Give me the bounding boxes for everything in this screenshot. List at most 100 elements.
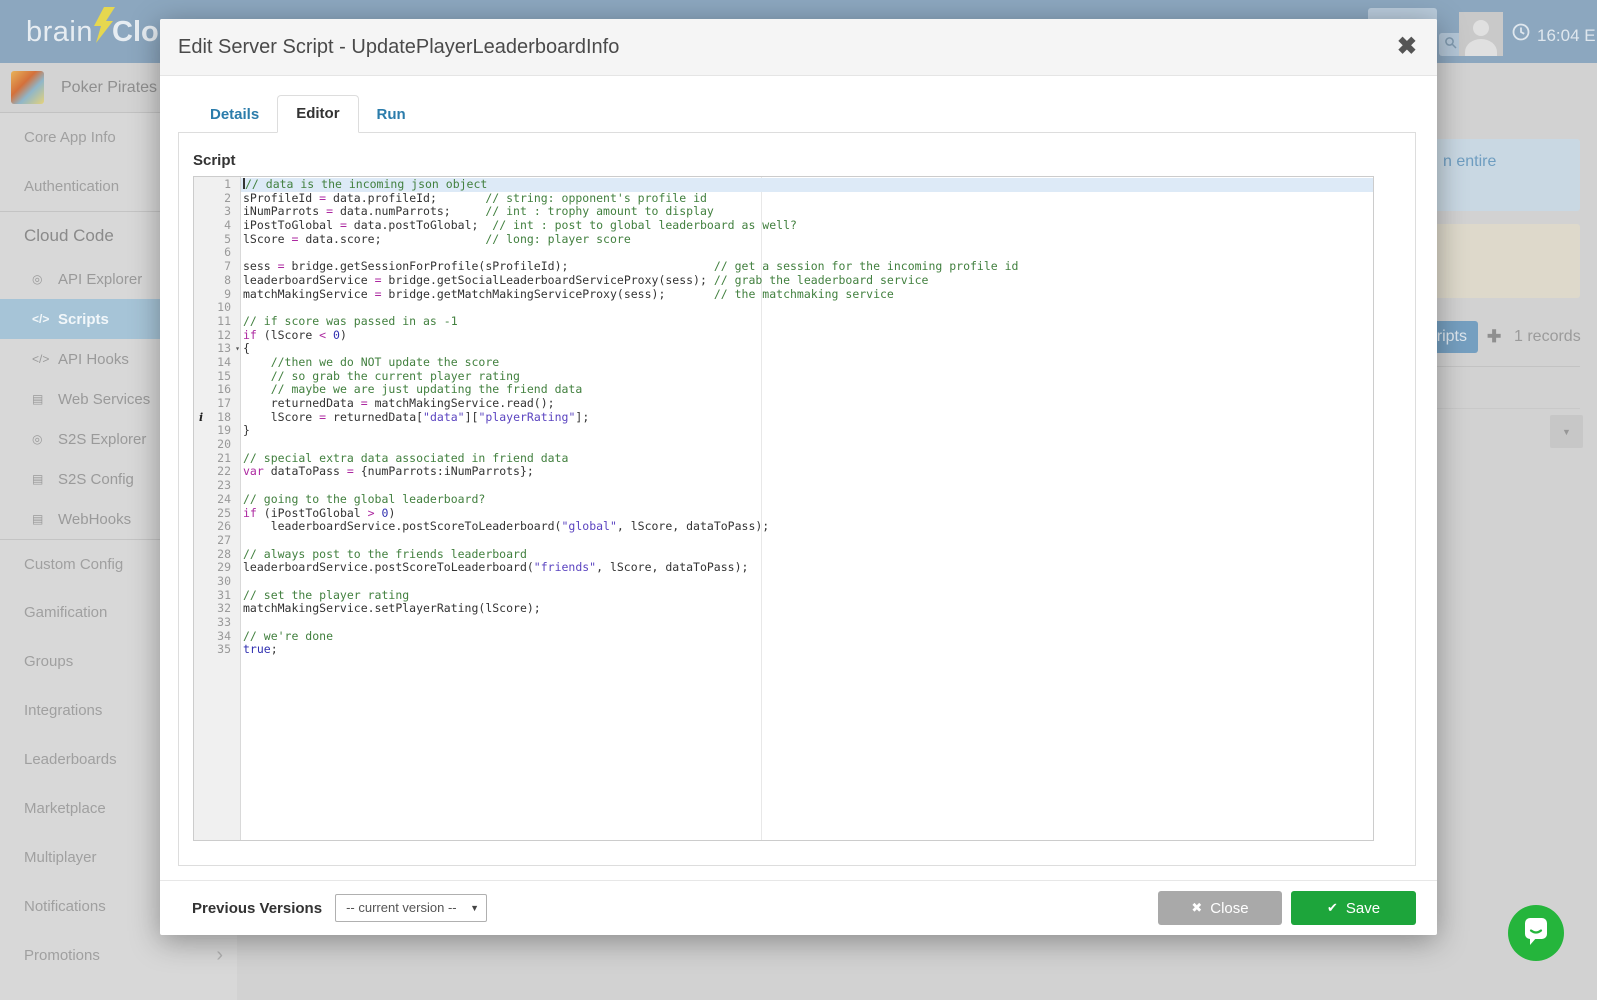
- code-line-19[interactable]: 19}: [194, 424, 1373, 438]
- gutter-cell[interactable]: 13▾: [194, 342, 241, 356]
- code-line-9[interactable]: 9matchMakingService = bridge.getMatchMak…: [194, 288, 1373, 302]
- chat-launcher-button[interactable]: [1508, 905, 1564, 961]
- gutter-cell[interactable]: 16: [194, 383, 241, 397]
- version-select[interactable]: -- current version -- ▼: [335, 894, 487, 922]
- code-line-31[interactable]: 31// set the player rating: [194, 589, 1373, 603]
- gutter-cell[interactable]: 7: [194, 260, 241, 274]
- code-text: leaderboardService = bridge.getSocialLea…: [241, 274, 1373, 288]
- code-line-33[interactable]: 33: [194, 616, 1373, 630]
- code-line-25[interactable]: 25if (iPostToGlobal > 0): [194, 507, 1373, 521]
- code-line-28[interactable]: 28// always post to the friends leaderbo…: [194, 548, 1373, 562]
- code-line-20[interactable]: 20: [194, 438, 1373, 452]
- code-line-24[interactable]: 24// going to the global leaderboard?: [194, 493, 1373, 507]
- fold-arrow-icon[interactable]: ▾: [235, 342, 240, 356]
- code-text: [241, 246, 1373, 260]
- gutter-cell[interactable]: 31: [194, 589, 241, 603]
- gutter-cell[interactable]: 21: [194, 452, 241, 466]
- code-line-8[interactable]: 8leaderboardService = bridge.getSocialLe…: [194, 274, 1373, 288]
- tab-details[interactable]: Details: [192, 97, 277, 133]
- tab-editor[interactable]: Editor: [277, 95, 358, 133]
- gutter-cell[interactable]: 17: [194, 397, 241, 411]
- gutter-cell[interactable]: i18: [194, 411, 241, 425]
- gutter-cell[interactable]: 26: [194, 520, 241, 534]
- gutter-cell[interactable]: 32: [194, 602, 241, 616]
- code-text: // always post to the friends leaderboar…: [241, 548, 1373, 562]
- tab-run[interactable]: Run: [359, 97, 424, 133]
- code-line-13[interactable]: 13▾{: [194, 342, 1373, 356]
- code-text: //then we do NOT update the score: [241, 356, 1373, 370]
- code-line-34[interactable]: 34// we're done: [194, 630, 1373, 644]
- code-line-4[interactable]: 4iPostToGlobal = data.postToGlobal; // i…: [194, 219, 1373, 233]
- code-line-11[interactable]: 11// if score was passed in as -1: [194, 315, 1373, 329]
- gutter-cell[interactable]: 1: [194, 178, 241, 192]
- code-editor[interactable]: 1// data is the incoming json object2sPr…: [193, 176, 1374, 841]
- line-number: 17: [217, 396, 231, 410]
- gutter-cell[interactable]: 30: [194, 575, 241, 589]
- gutter-cell[interactable]: 12: [194, 329, 241, 343]
- gutter-cell[interactable]: 20: [194, 438, 241, 452]
- code-line-26[interactable]: 26 leaderboardService.postScoreToLeaderb…: [194, 520, 1373, 534]
- gutter-cell[interactable]: 4: [194, 219, 241, 233]
- gutter-cell[interactable]: 2: [194, 192, 241, 206]
- gutter-cell[interactable]: 27: [194, 534, 241, 548]
- code-line-32[interactable]: 32matchMakingService.setPlayerRating(lSc…: [194, 602, 1373, 616]
- code-line-30[interactable]: 30: [194, 575, 1373, 589]
- gutter-cell[interactable]: 22: [194, 465, 241, 479]
- code-line-6[interactable]: 6: [194, 246, 1373, 260]
- code-line-27[interactable]: 27: [194, 534, 1373, 548]
- gutter-cell[interactable]: 6: [194, 246, 241, 260]
- code-line-10[interactable]: 10: [194, 301, 1373, 315]
- gutter-cell[interactable]: 23: [194, 479, 241, 493]
- gutter-cell[interactable]: 29: [194, 561, 241, 575]
- code-line-16[interactable]: 16 // maybe we are just updating the fri…: [194, 383, 1373, 397]
- close-button-label: Close: [1210, 900, 1248, 917]
- gutter-cell[interactable]: 24: [194, 493, 241, 507]
- line-number: 20: [217, 437, 231, 451]
- code-line-5[interactable]: 5lScore = data.score; // long: player sc…: [194, 233, 1373, 247]
- gutter-cell[interactable]: 34: [194, 630, 241, 644]
- code-line-23[interactable]: 23: [194, 479, 1373, 493]
- gutter-cell[interactable]: 35: [194, 643, 241, 657]
- user-avatar[interactable]: [1459, 12, 1503, 56]
- collapsed-dropdown-button[interactable]: ▼: [1550, 415, 1583, 448]
- gutter-cell[interactable]: 15: [194, 370, 241, 384]
- gutter-cell[interactable]: 19: [194, 424, 241, 438]
- gutter-cell[interactable]: 8: [194, 274, 241, 288]
- code-line-12[interactable]: 12if (lScore < 0): [194, 329, 1373, 343]
- code-text: // data is the incoming json object: [241, 178, 1373, 192]
- code-text: true;: [241, 643, 1373, 657]
- gutter-cell[interactable]: 3: [194, 205, 241, 219]
- code-line-29[interactable]: 29leaderboardService.postScoreToLeaderbo…: [194, 561, 1373, 575]
- code-line-22[interactable]: 22var dataToPass = {numParrots:iNumParro…: [194, 465, 1373, 479]
- code-line-18[interactable]: i18 lScore = returnedData["data"]["playe…: [194, 411, 1373, 425]
- alert-link[interactable]: n entire: [1443, 153, 1496, 171]
- line-number: 27: [217, 533, 231, 547]
- sidebar-item-promotions[interactable]: Promotions›: [0, 931, 237, 980]
- code-line-7[interactable]: 7sess = bridge.getSessionForProfile(sPro…: [194, 260, 1373, 274]
- modal-header: Edit Server Script - UpdatePlayerLeaderb…: [160, 19, 1437, 76]
- info-annotation-icon[interactable]: i: [199, 411, 203, 424]
- close-button[interactable]: ✖ Close: [1158, 891, 1282, 925]
- plus-icon[interactable]: ✚: [1487, 327, 1501, 347]
- code-line-17[interactable]: 17 returnedData = matchMakingService.rea…: [194, 397, 1373, 411]
- compass-icon: ◎: [32, 272, 58, 286]
- gutter-cell[interactable]: 33: [194, 616, 241, 630]
- code-line-35[interactable]: 35true;: [194, 643, 1373, 657]
- code-line-15[interactable]: 15 // so grab the current player rating: [194, 370, 1373, 384]
- gutter-cell[interactable]: 5: [194, 233, 241, 247]
- gutter-cell[interactable]: 11: [194, 315, 241, 329]
- gutter-cell[interactable]: 10: [194, 301, 241, 315]
- code-text: [241, 534, 1373, 548]
- gutter-cell[interactable]: 9: [194, 288, 241, 302]
- code-line-3[interactable]: 3iNumParrots = data.numParrots; // int :…: [194, 205, 1373, 219]
- close-icon[interactable]: ✖: [1397, 32, 1417, 61]
- code-text: leaderboardService.postScoreToLeaderboar…: [241, 520, 1373, 534]
- code-line-21[interactable]: 21// special extra data associated in fr…: [194, 452, 1373, 466]
- gutter-cell[interactable]: 28: [194, 548, 241, 562]
- code-line-2[interactable]: 2sProfileId = data.profileId; // string:…: [194, 192, 1373, 206]
- gutter-cell[interactable]: 14: [194, 356, 241, 370]
- code-line-1[interactable]: 1// data is the incoming json object: [194, 178, 1373, 192]
- code-line-14[interactable]: 14 //then we do NOT update the score: [194, 356, 1373, 370]
- gutter-cell[interactable]: 25: [194, 507, 241, 521]
- save-button[interactable]: ✔ Save: [1291, 891, 1416, 925]
